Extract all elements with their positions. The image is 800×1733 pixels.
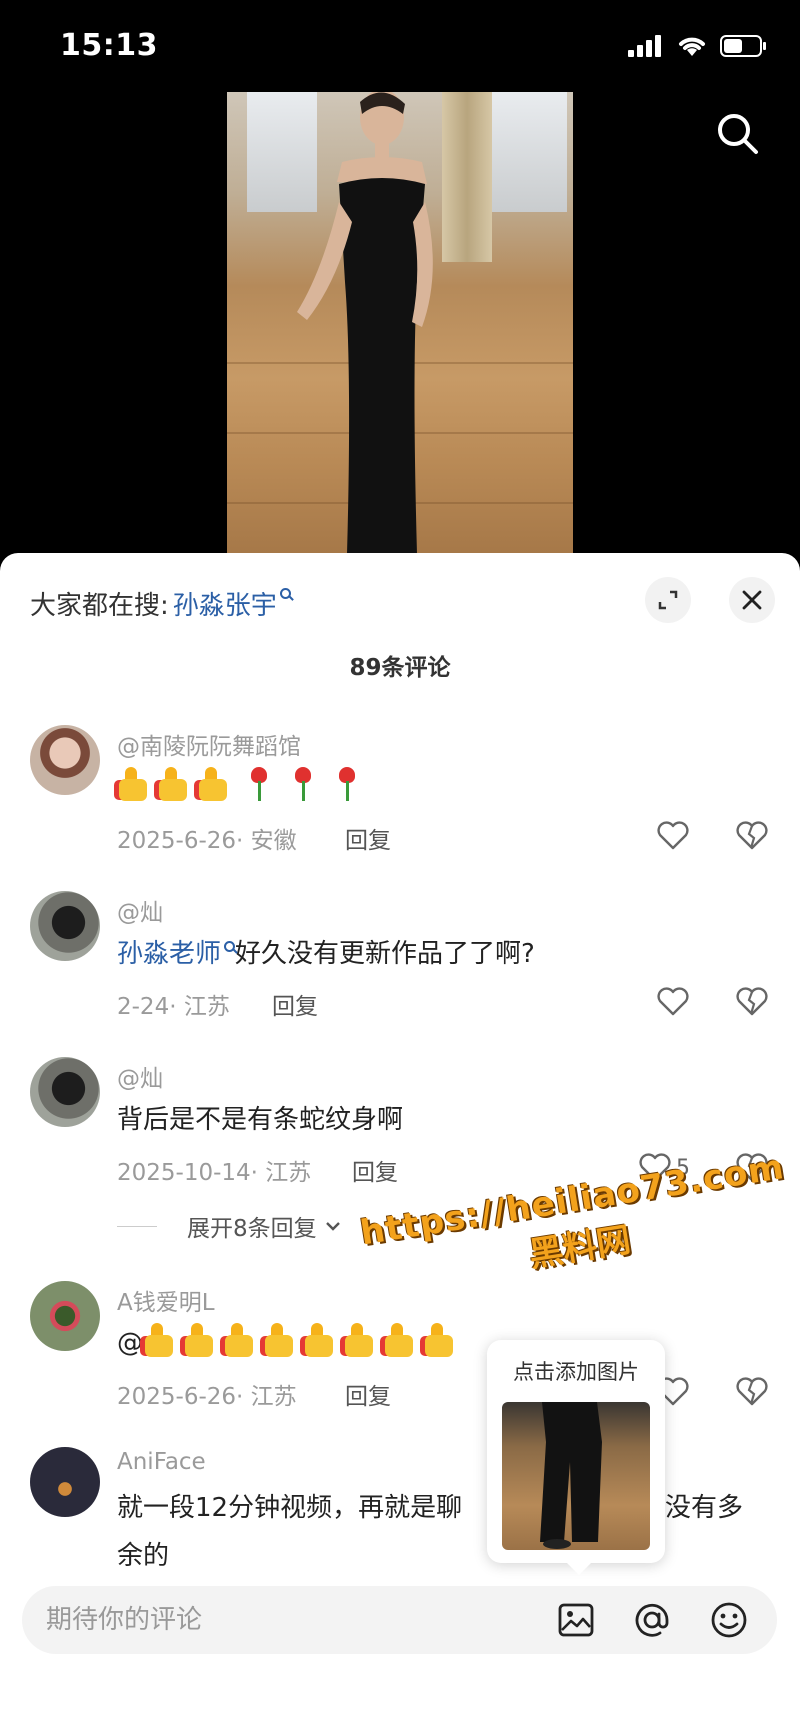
rose-emoji: [290, 767, 316, 803]
mini-search-icon: [224, 941, 236, 952]
thumbs-up-emoji: [343, 1323, 375, 1357]
avatar[interactable]: [30, 1281, 100, 1351]
like-button[interactable]: [656, 821, 690, 851]
thumbs-up-emoji: [263, 1323, 295, 1357]
comment-text: 没有多: [665, 1487, 743, 1524]
thumbs-up-emoji: [157, 767, 189, 801]
comment-author[interactable]: @南陵阮阮舞蹈馆: [117, 727, 301, 761]
comment-text: 背后是不是有条蛇纹身啊: [117, 1105, 404, 1135]
mini-search-icon: [279, 588, 291, 599]
image-button[interactable]: [556, 1600, 596, 1640]
reply-button[interactable]: 回复: [272, 987, 318, 1021]
add-image-popup[interactable]: 点击添加图片: [487, 1340, 665, 1575]
comment-text: 余的: [117, 1535, 169, 1572]
at-icon: [635, 1603, 669, 1637]
mention-button[interactable]: [632, 1600, 672, 1640]
reply-button[interactable]: 回复: [352, 1153, 398, 1187]
comments-sheet: 大家都在搜: 孙淼张宇 89条评论 @南陵阮阮舞蹈馆 2025-6-26· 安徽…: [0, 553, 800, 1733]
chevron-down-icon: [325, 1222, 340, 1231]
comment-body-part2: 没有多: [665, 1493, 744, 1523]
expand-button[interactable]: [645, 577, 691, 623]
status-time: 15:13: [60, 28, 158, 63]
comment-meta: 2025-6-26· 江苏: [117, 1384, 297, 1410]
search-icon: [718, 114, 758, 154]
dislike-button[interactable]: [735, 987, 769, 1021]
wifi-icon: [679, 37, 705, 56]
search-button[interactable]: [714, 110, 762, 158]
thumbnail-figure: [540, 1402, 602, 1549]
comment-author[interactable]: @灿: [117, 1059, 163, 1093]
thumbs-up-emoji: [423, 1323, 455, 1357]
thumbs-up-emoji: [117, 767, 149, 801]
comment-text: 就一段12分钟视频，再就是聊: [117, 1487, 462, 1524]
watermark: https://heiliao73.com 黑料网: [358, 1147, 795, 1302]
thumbs-up-emoji: [183, 1323, 215, 1357]
avatar[interactable]: [30, 725, 100, 795]
avatar[interactable]: [30, 1447, 100, 1517]
video-frame[interactable]: [227, 92, 573, 554]
thumbs-up-emoji: [223, 1323, 255, 1357]
dislike-button[interactable]: [735, 1377, 769, 1411]
comment-text: 孙淼老师 好久没有更新作品了了啊?: [117, 933, 535, 970]
comment-author[interactable]: AniFace: [117, 1449, 206, 1475]
comment-body-part1: 就一段12分钟视频，再就是聊: [117, 1493, 463, 1523]
comment-count: 89条评论: [349, 655, 451, 681]
expand-replies-label: 展开8条回复: [187, 1216, 317, 1242]
comment-body-part3: 余的: [117, 1541, 170, 1571]
thumbs-up-emoji: [143, 1323, 175, 1357]
heart-broken-icon: [736, 1377, 768, 1406]
comment-body: 好久没有更新作品了了啊?: [235, 939, 535, 969]
thumbs-up-emoji: [303, 1323, 335, 1357]
rose-emoji: [246, 767, 272, 803]
avatar[interactable]: [30, 1057, 100, 1127]
battery-icon: [720, 35, 766, 57]
rose-emoji: [334, 767, 360, 803]
emoji-icon: [711, 1602, 747, 1638]
dislike-button[interactable]: [735, 821, 769, 855]
thumbs-up-emoji: [383, 1323, 415, 1357]
heart-icon: [657, 987, 689, 1016]
status-bar: 15:13: [0, 0, 800, 96]
close-button[interactable]: [729, 577, 775, 623]
heart-broken-icon: [736, 987, 768, 1016]
comment-input[interactable]: [46, 1586, 526, 1654]
comment-input-bar: [22, 1586, 777, 1654]
thumbs-up-emoji: [197, 767, 229, 801]
expand-replies-button[interactable]: 展开8条回复: [117, 1209, 343, 1243]
reply-button[interactable]: 回复: [345, 1377, 391, 1411]
comment-prefix: @: [117, 1328, 143, 1358]
image-icon: [558, 1603, 594, 1637]
avatar[interactable]: [30, 891, 100, 961]
status-icons: [628, 34, 768, 58]
close-icon: [742, 590, 762, 610]
dancer-figure: [297, 92, 433, 554]
comment-meta: 2025-6-26· 安徽: [117, 828, 297, 854]
trending-keyword[interactable]: 孙淼张宇: [173, 585, 277, 622]
comment-text: [117, 767, 369, 803]
comment-meta: 2-24· 江苏: [117, 994, 230, 1020]
mention-link[interactable]: 孙淼老师: [117, 939, 221, 969]
emoji-button[interactable]: [709, 1600, 749, 1640]
signal-icon: [628, 35, 661, 57]
heart-icon: [657, 821, 689, 850]
comment-meta: 2025-10-14· 江苏: [117, 1160, 312, 1186]
trending-prefix: 大家都在搜:: [30, 591, 169, 621]
comment-author[interactable]: @灿: [117, 893, 163, 927]
reply-button[interactable]: 回复: [345, 821, 391, 855]
comment-author[interactable]: A钱爱明L: [117, 1283, 215, 1317]
add-image-label: 点击添加图片: [513, 1360, 639, 1384]
heart-broken-icon: [736, 821, 768, 850]
expand-icon: [658, 590, 678, 610]
trending-search[interactable]: 大家都在搜: 孙淼张宇: [30, 585, 291, 622]
recent-image-thumbnail[interactable]: [502, 1402, 650, 1550]
like-button[interactable]: [656, 987, 690, 1017]
comment-text: @: [117, 1323, 463, 1358]
